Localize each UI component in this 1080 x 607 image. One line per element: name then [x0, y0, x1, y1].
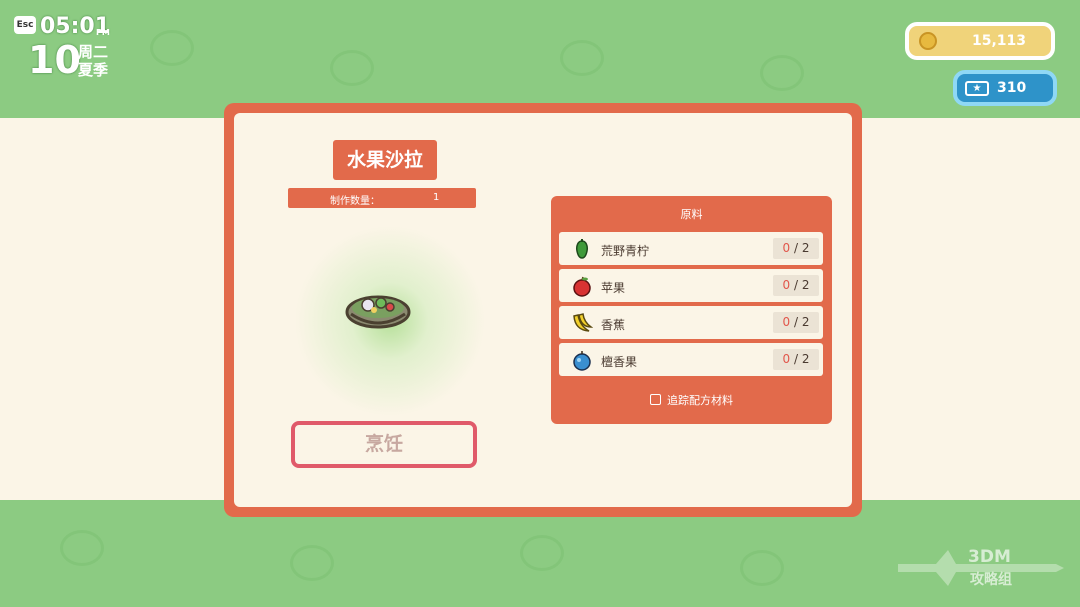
cook-button[interactable]: 烹饪	[291, 421, 477, 468]
coin-balance: 15,113	[905, 22, 1055, 60]
bg-deco	[150, 30, 194, 66]
watermark-logo: 3DM 攻略组	[896, 540, 1066, 592]
calendar-day: 10	[28, 38, 81, 82]
bg-deco	[330, 50, 374, 86]
track-ingredients-label: 追踪配方材料	[667, 394, 733, 407]
bg-deco	[760, 55, 804, 91]
ticket-icon: ★	[965, 81, 989, 96]
quantity-value: 1	[433, 192, 440, 203]
ingredient-row[interactable]: 檀香果 0 / 2	[559, 343, 823, 376]
ingredient-name: 苹果	[601, 281, 626, 295]
ingredient-name: 香蕉	[601, 318, 626, 332]
bg-deco	[60, 530, 104, 566]
ingredient-row[interactable]: 香蕉 0 / 2	[559, 306, 823, 339]
clock-ampm: PM	[96, 28, 110, 37]
checkbox-icon[interactable]	[650, 394, 661, 405]
ingredient-name: 荒野青柠	[601, 244, 650, 258]
ingredient-row[interactable]: 荒野青柠 0 / 2	[559, 232, 823, 265]
bg-deco	[740, 550, 784, 586]
ingredient-count: 0 / 2	[773, 349, 819, 370]
quantity-label: 制作数量：	[330, 196, 380, 207]
watermark-emblem-icon: 3DM 攻略组	[898, 547, 1064, 588]
bg-deco	[560, 40, 604, 76]
recipe-title: 水果沙拉	[333, 140, 437, 180]
ticket-balance: ★ 310	[953, 70, 1057, 106]
coin-amount: 15,113	[971, 33, 1027, 49]
ingredient-count: 0 / 2	[773, 275, 819, 296]
ingredients-panel: 原料 荒野青柠 0 / 2 苹果 0 / 2 香蕉 0 / 2 檀香果 0 / …	[551, 196, 832, 424]
ingredient-count: 0 / 2	[773, 238, 819, 259]
fruit-salad-bowl-icon	[345, 295, 411, 329]
bg-deco	[520, 535, 564, 571]
calendar-weekday: 周二	[78, 43, 109, 61]
coin-icon	[919, 32, 937, 50]
banana-icon	[573, 313, 593, 332]
watermark-line2: 攻略组	[970, 571, 1012, 588]
ingredient-row[interactable]: 苹果 0 / 2	[559, 269, 823, 302]
calendar-season: 夏季	[78, 61, 109, 79]
ingredient-name: 檀香果	[601, 355, 638, 369]
clock-widget: Esc 05:01 PM 10 周二 夏季	[10, 10, 120, 82]
green-lime-icon	[576, 239, 588, 259]
track-ingredients-toggle[interactable]: 追踪配方材料	[551, 392, 832, 408]
ingredients-header: 原料	[680, 208, 703, 221]
blue-fruit-icon	[573, 351, 591, 371]
quantity-bar[interactable]: 制作数量： 1	[288, 188, 476, 208]
bg-deco	[290, 545, 334, 581]
red-apple-icon	[573, 276, 591, 297]
esc-key-hint[interactable]: Esc	[14, 16, 36, 34]
ticket-amount: 310	[997, 80, 1027, 96]
ingredient-count: 0 / 2	[773, 312, 819, 333]
watermark-line1: 3DM	[968, 547, 1011, 567]
